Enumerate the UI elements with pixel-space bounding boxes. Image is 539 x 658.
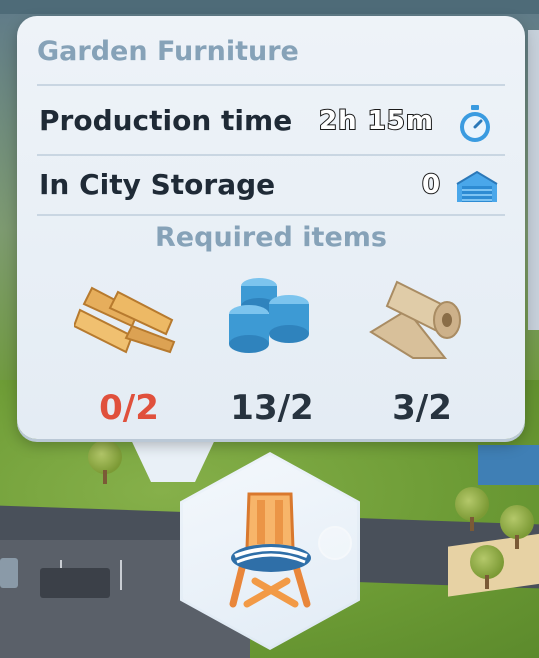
plastic-icon <box>229 278 309 353</box>
hex-selector-dot[interactable] <box>318 526 352 560</box>
divider <box>37 154 505 156</box>
textile-roll-icon <box>369 280 461 359</box>
storage-label: In City Storage <box>39 168 276 201</box>
required-items-title: Required items <box>155 222 387 253</box>
production-time-value: 2h 15m <box>318 105 434 137</box>
warehouse-icon <box>456 170 498 202</box>
plastic-count: 13/2 <box>230 388 314 428</box>
tree <box>88 440 122 474</box>
storage-value: 0 <box>421 169 442 201</box>
car <box>0 558 18 588</box>
garden-chair-icon <box>229 492 311 608</box>
truck <box>40 568 110 598</box>
textiles-count: 3/2 <box>392 388 452 428</box>
divider <box>37 84 505 86</box>
divider <box>37 214 505 216</box>
tree <box>470 545 504 579</box>
wood-count: 0/2 <box>99 388 159 428</box>
building <box>528 30 539 330</box>
tree <box>455 487 489 521</box>
production-tooltip: Garden Furniture Production time 2h 15m … <box>17 16 525 439</box>
production-time-label: Production time <box>39 104 293 137</box>
building-blue-roof <box>478 445 539 485</box>
wood-planks-icon <box>74 286 176 354</box>
stopwatch-icon <box>460 105 490 142</box>
item-title: Garden Furniture <box>37 36 299 67</box>
tree <box>500 505 534 539</box>
top-hud-strip <box>0 0 539 14</box>
